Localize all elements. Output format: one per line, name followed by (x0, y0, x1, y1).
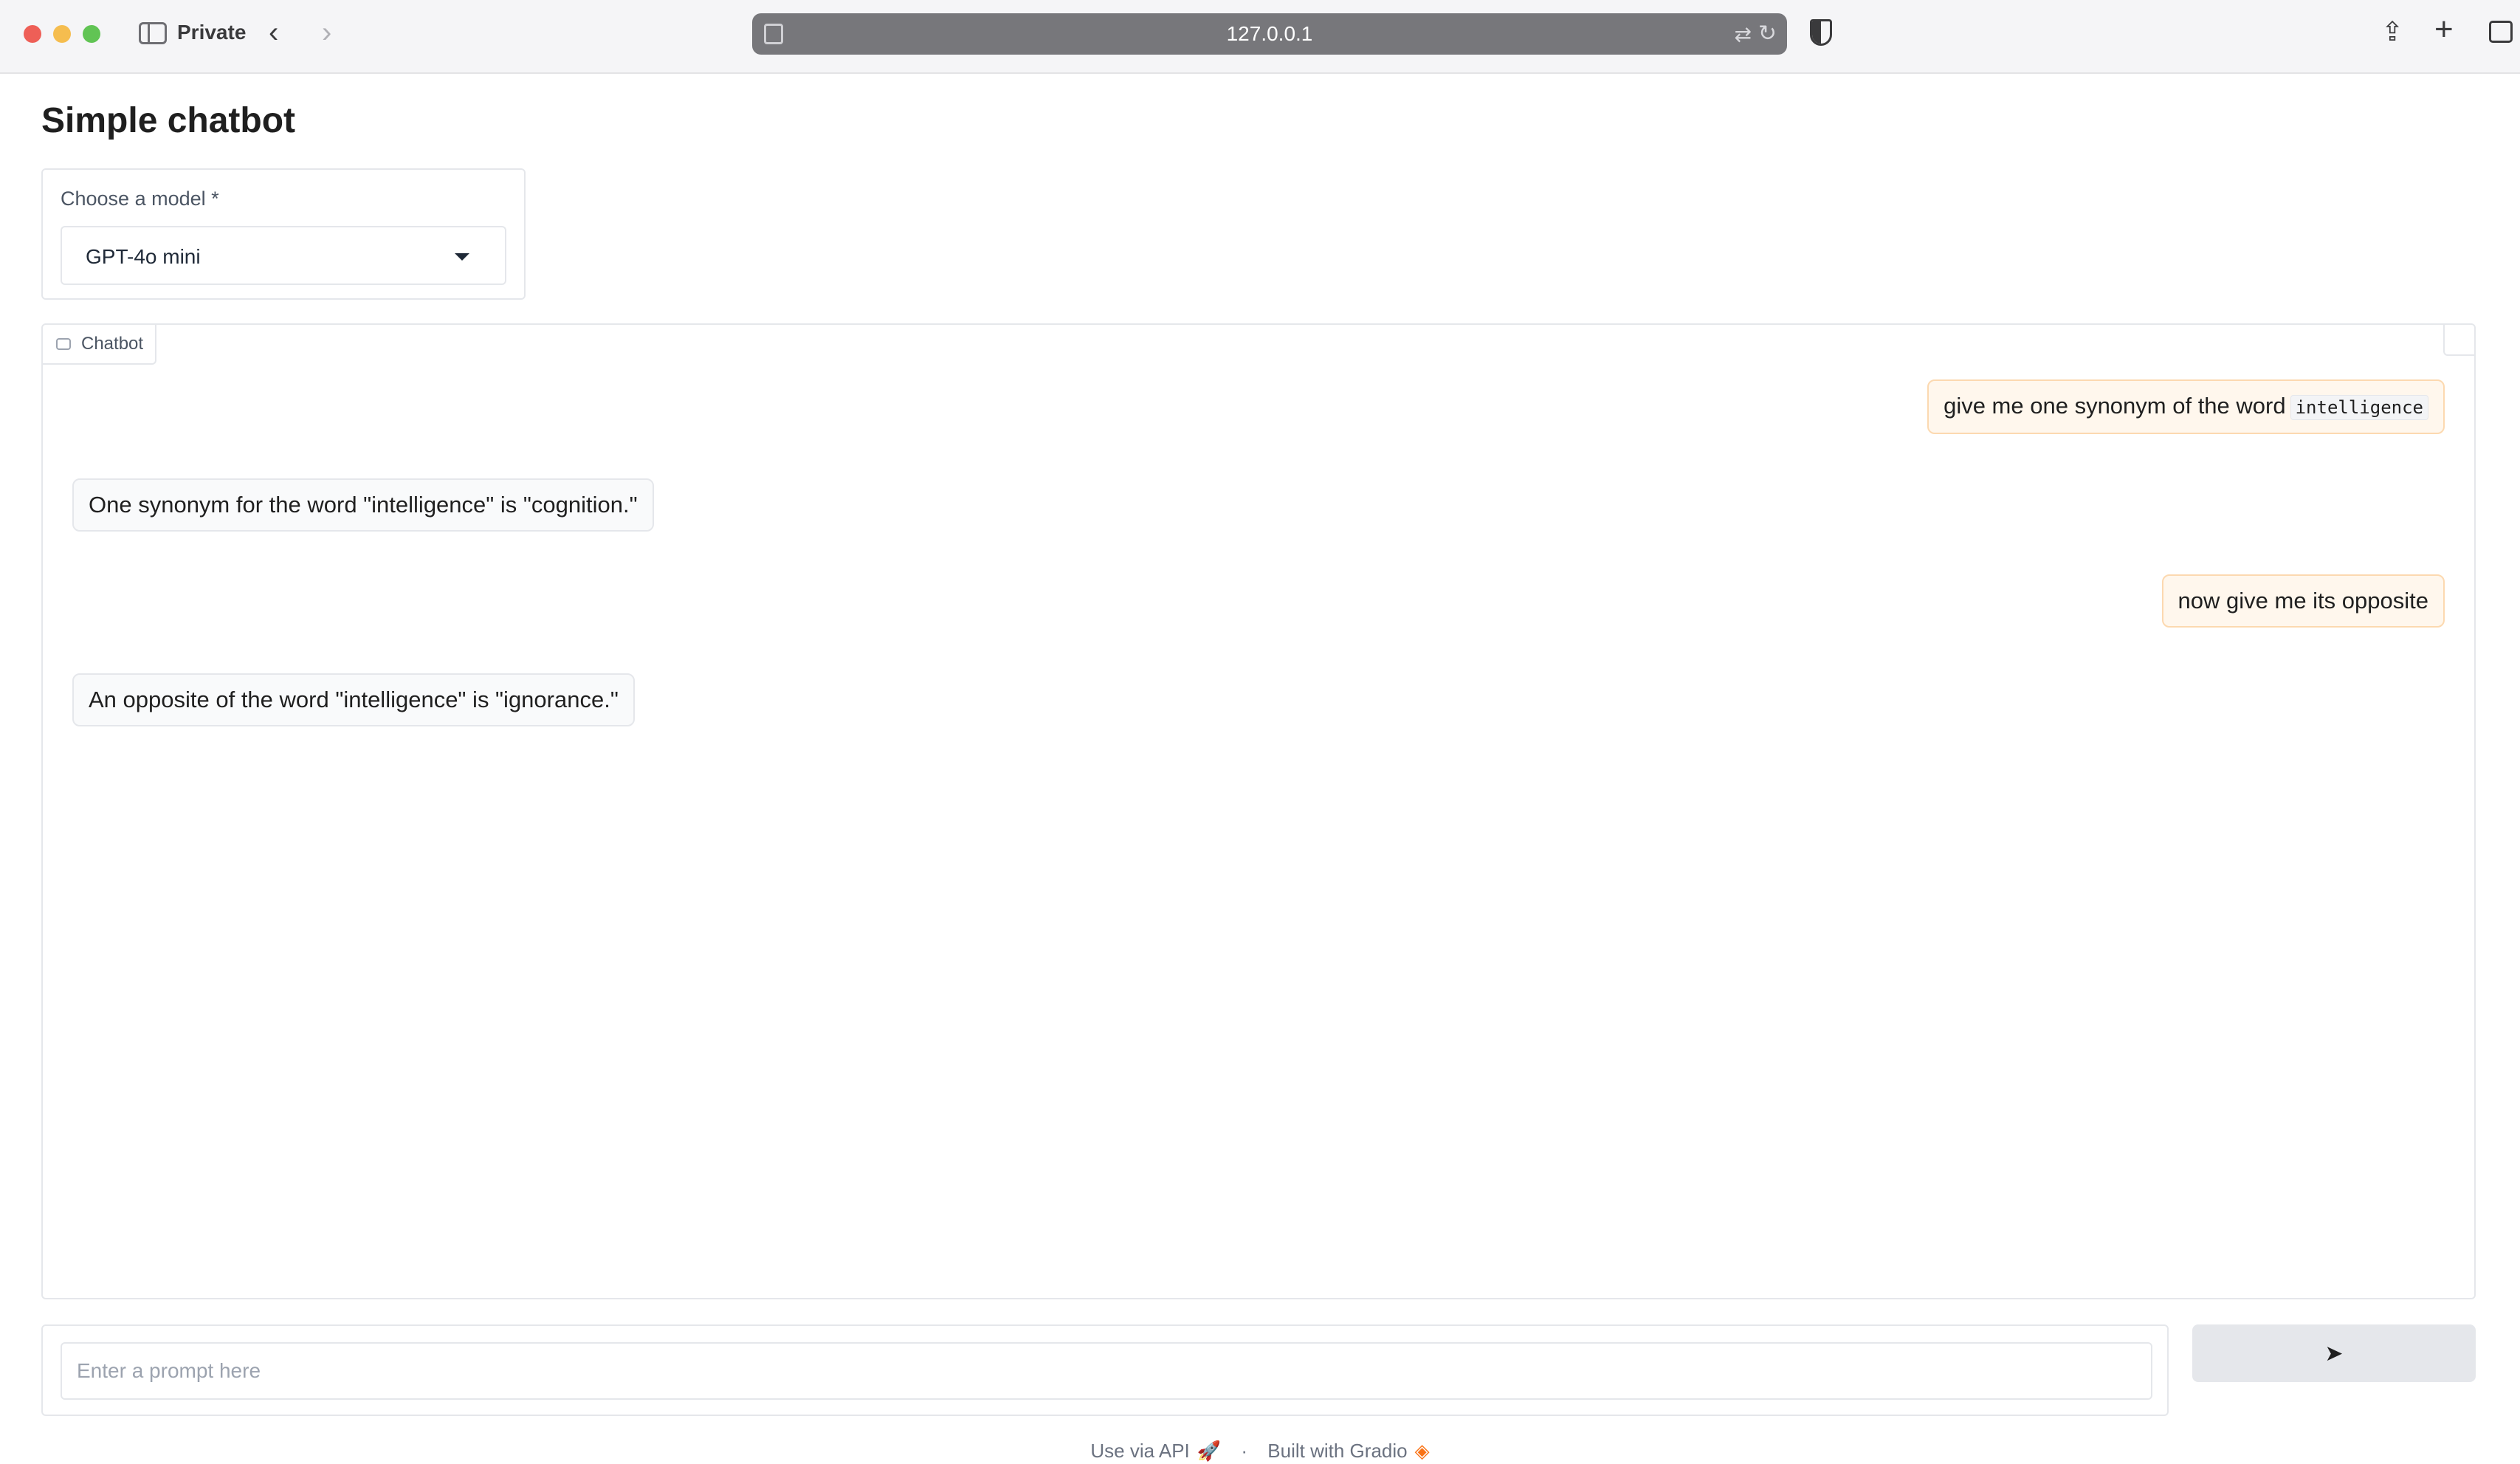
use-via-api-link[interactable]: Use via API (1090, 1440, 1189, 1462)
chatbot-panel: Chatbot give me one synonym of the word i… (41, 323, 2476, 1299)
share-icon[interactable]: ⇪ (2381, 16, 2403, 47)
bot-message: An opposite of the word "intelligence" i… (72, 673, 635, 726)
message-text: One synonym for the word "intelligence" … (89, 492, 638, 518)
footer: Use via API 🚀 · Built with Gradio ◈ (0, 1440, 2520, 1463)
send-button[interactable]: ➤ (2192, 1324, 2476, 1382)
message-text: give me one synonym of the word (1944, 393, 2286, 419)
bot-message: One synonym for the word "intelligence" … (72, 478, 654, 532)
plus-icon[interactable]: + (2434, 13, 2454, 46)
rocket-icon: 🚀 (1197, 1440, 1222, 1462)
footer-separator: · (1241, 1440, 1248, 1462)
model-picker: Choose a model * GPT-4o mini (41, 168, 526, 300)
inline-code: intelligence (2290, 395, 2428, 420)
shield-icon[interactable] (1810, 19, 1832, 46)
page-title: Simple chatbot (41, 101, 296, 140)
prompt-input[interactable] (61, 1342, 2152, 1400)
translate-icon[interactable]: ⇄ (1735, 22, 1752, 47)
close-window-button[interactable] (24, 25, 41, 43)
model-dropdown[interactable]: GPT-4o mini (61, 226, 506, 285)
minimize-window-button[interactable] (53, 25, 71, 43)
chevron-left-icon[interactable]: ‹ (269, 18, 278, 47)
sidebar-icon[interactable] (139, 22, 167, 44)
address-bar[interactable]: 127.0.0.1 ⇄ ↻ (752, 13, 1787, 55)
chatbot-label: Chatbot (43, 325, 157, 365)
chatbot-label-text: Chatbot (81, 334, 144, 354)
message-text: now give me its opposite (2178, 588, 2428, 614)
chatbot-corner-button[interactable] (2443, 325, 2474, 356)
model-dropdown-value[interactable]: GPT-4o mini (86, 245, 201, 269)
browser-toolbar: Private ‹ › 127.0.0.1 ⇄ ↻ ⇪ + (0, 0, 2520, 74)
chevron-down-icon[interactable] (455, 253, 469, 261)
chat-bubble-icon (56, 338, 71, 350)
private-mode-label: Private (177, 21, 247, 44)
tabs-overview-icon[interactable] (2489, 21, 2513, 43)
message-text: An opposite of the word "intelligence" i… (89, 687, 619, 712)
prompt-container (41, 1324, 2169, 1416)
built-with-gradio-link[interactable]: Built with Gradio (1267, 1440, 1407, 1462)
model-picker-label: Choose a model * (61, 188, 219, 210)
user-message: give me one synonym of the word intellige… (1927, 379, 2445, 434)
user-message: now give me its opposite (2161, 574, 2445, 628)
url-text[interactable]: 127.0.0.1 (752, 22, 1787, 46)
zoom-window-button[interactable] (83, 25, 100, 43)
chevron-right-icon[interactable]: › (322, 18, 331, 47)
reload-icon[interactable]: ↻ (1758, 21, 1777, 47)
gradio-logo-icon: ◈ (1414, 1440, 1430, 1462)
